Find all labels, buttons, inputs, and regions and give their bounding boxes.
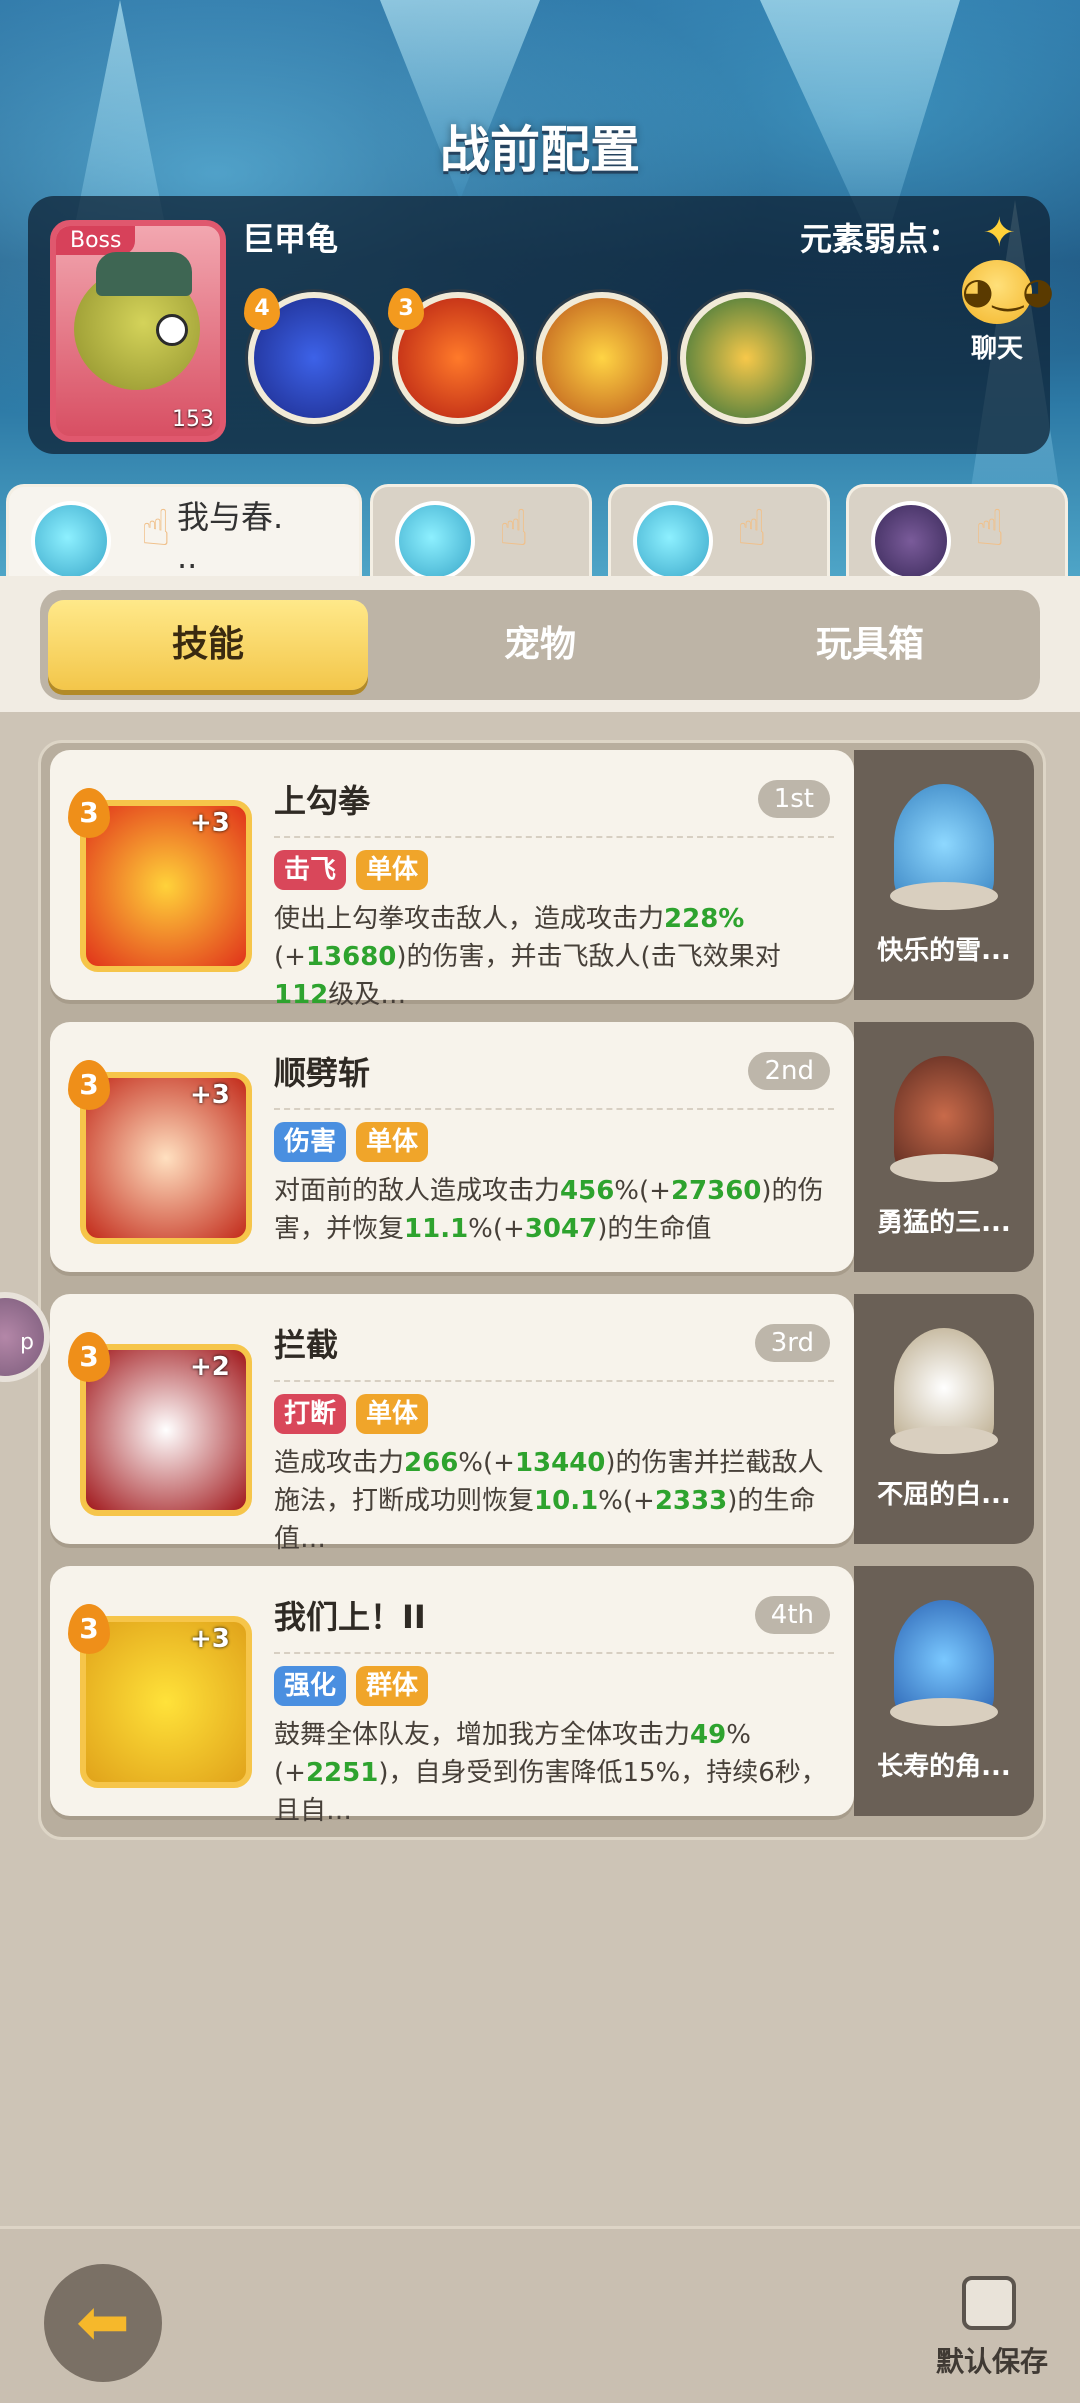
star-icon[interactable]: ✦ [982, 210, 1016, 256]
team-tab-3[interactable]: ☝ [608, 484, 830, 581]
default-save-checkbox[interactable] [962, 2276, 1016, 2330]
skill-card[interactable]: 3 +3 顺劈斩 2nd 伤害 单体 对面前的敌人造成攻击力456%(+2736… [50, 1022, 854, 1272]
back-arrow-icon: ⬅ [76, 2286, 130, 2360]
default-save-label: 默认保存 [935, 2345, 1048, 2378]
skill-tag: 强化 [274, 1666, 347, 1706]
pointing-hand-icon: ☝ [974, 499, 1006, 557]
team-tab-4[interactable]: ☝ [846, 484, 1068, 581]
divider [274, 1108, 834, 1110]
team-tab-2[interactable]: ☝ [370, 484, 592, 581]
skill-tag: 群体 [356, 1666, 429, 1706]
skill-name: 上勾拳 [274, 782, 371, 820]
skill-description: 造成攻击力266%(+13440)的伤害并拦截敌人施法，打断成功则恢复10.1%… [274, 1448, 824, 1554]
boss-portrait[interactable]: Boss 153 [50, 220, 226, 442]
pet-card[interactable]: 勇猛的三... [854, 1022, 1034, 1272]
boss-eye [156, 314, 188, 346]
tab-skills[interactable]: 技能 [48, 600, 368, 690]
skill-tag: 打断 [274, 1394, 347, 1434]
chat-button[interactable]: ◕‿◕ 聊天 [952, 260, 1054, 365]
pet-base [890, 1154, 998, 1182]
pet-base [890, 1698, 998, 1726]
skill-tag: 伤害 [274, 1122, 347, 1162]
boss-panel: Boss 153 巨甲龟 元素弱点： ✦ 4 3 ◕‿◕ 聊天 [28, 196, 1054, 454]
orb-level-badge: 4 [244, 288, 280, 330]
chat-label: 聊天 [970, 334, 1023, 364]
skill-plus: +3 [190, 1624, 230, 1654]
tab-pets[interactable]: 宠物 [380, 600, 700, 690]
pet-card[interactable]: 长寿的角... [854, 1566, 1034, 1816]
pointing-hand-icon: ☝ [498, 499, 530, 557]
skill-card[interactable]: 3 +3 我们上！II 4th 强化 群体 鼓舞全体队友，增加我方全体攻击力49… [50, 1566, 854, 1826]
rank-badge: 4th [754, 1596, 830, 1634]
list-item[interactable]: 3 +3 我们上！II 4th 强化 群体 鼓舞全体队友，增加我方全体攻击力49… [50, 1566, 1034, 1826]
weakness-label: 元素弱点： [799, 220, 960, 258]
pet-name: 快乐的雪... [877, 936, 1011, 966]
back-button[interactable]: ⬅ [44, 2264, 162, 2382]
skill-level-badge: 3 [68, 1332, 110, 1382]
avatar [31, 501, 111, 581]
pet-base [890, 1426, 998, 1454]
divider [274, 836, 834, 838]
skill-level-badge: 3 [68, 788, 110, 838]
skill-description: 对面前的敌人造成攻击力456%(+27360)的伤害，并恢复11.1%(+304… [274, 1176, 824, 1244]
skill-name: 我们上！II [274, 1598, 426, 1636]
skill-plus: +3 [190, 808, 230, 838]
team-tab-1[interactable]: ☝ 我与春. .. [6, 484, 362, 581]
boss-skill-shell-icon[interactable] [680, 292, 812, 424]
skill-name: 拦截 [274, 1326, 339, 1364]
pet-card[interactable]: 快乐的雪... [854, 750, 1034, 1000]
pet-card[interactable]: 不屈的白... [854, 1294, 1034, 1544]
skill-tag: 单体 [356, 1122, 429, 1162]
skill-plus: +2 [190, 1352, 230, 1382]
bottom-bar [0, 2226, 1080, 2403]
divider [274, 1380, 834, 1382]
skill-card[interactable]: 3 +2 拦截 3rd 打断 单体 造成攻击力266%(+13440)的伤害并拦… [50, 1294, 854, 1554]
rank-badge: 2nd [748, 1052, 830, 1090]
list-item[interactable]: 3 +2 拦截 3rd 打断 单体 造成攻击力266%(+13440)的伤害并拦… [50, 1294, 1034, 1554]
tab-bar: 技能 宠物 玩具箱 [40, 590, 1040, 700]
boss-hat [96, 252, 192, 296]
boss-level: 153 [172, 407, 214, 432]
divider [274, 1652, 834, 1654]
boss-skill-vortex-icon[interactable]: 4 [244, 288, 380, 424]
avatar [871, 501, 951, 581]
page-title: 战前配置 [440, 121, 640, 179]
boss-skill-slash-icon[interactable]: 3 [388, 288, 524, 424]
pet-name: 长寿的角... [877, 1752, 1011, 1782]
pointing-hand-icon: ☝ [736, 499, 768, 557]
avatar [633, 501, 713, 581]
skill-name: 顺劈斩 [274, 1054, 371, 1092]
rank-badge: 3rd [754, 1324, 830, 1362]
skill-level-badge: 3 [68, 1604, 110, 1654]
rank-badge: 1st [757, 780, 830, 818]
pet-name: 不屈的白... [877, 1480, 1011, 1510]
boss-skill-crown-icon[interactable] [536, 292, 668, 424]
skill-level-badge: 3 [68, 1060, 110, 1110]
tab-toybox[interactable]: 玩具箱 [710, 600, 1030, 690]
team-member-name: 我与春. .. [177, 498, 284, 576]
avatar [395, 501, 475, 581]
skill-tag: 击飞 [274, 850, 347, 890]
skill-card[interactable]: 3 +3 上勾拳 1st 击飞 单体 使出上勾拳攻击敌人，造成攻击力228%(+… [50, 750, 854, 1010]
orb-level-badge: 3 [388, 288, 424, 330]
boss-tag: Boss [56, 226, 136, 255]
skill-description: 使出上勾拳攻击敌人，造成攻击力228%(+13680)的伤害，并击飞敌人(击飞效… [274, 904, 781, 1010]
boss-name: 巨甲龟 [242, 220, 339, 258]
pet-base [890, 882, 998, 910]
skill-tag: 单体 [356, 1394, 429, 1434]
skill-plus: +3 [190, 1080, 230, 1110]
list-item[interactable]: 3 +3 上勾拳 1st 击飞 单体 使出上勾拳攻击敌人，造成攻击力228%(+… [50, 750, 1034, 1010]
list-item[interactable]: 3 +3 顺劈斩 2nd 伤害 单体 对面前的敌人造成攻击力456%(+2736… [50, 1022, 1034, 1272]
pet-name: 勇猛的三... [877, 1208, 1011, 1238]
chat-face-icon: ◕‿◕ [962, 260, 1054, 324]
skill-description: 鼓舞全体队友，增加我方全体攻击力49%(+2251)，自身受到伤害降低15%，持… [274, 1720, 827, 1826]
skill-tag: 单体 [356, 850, 429, 890]
